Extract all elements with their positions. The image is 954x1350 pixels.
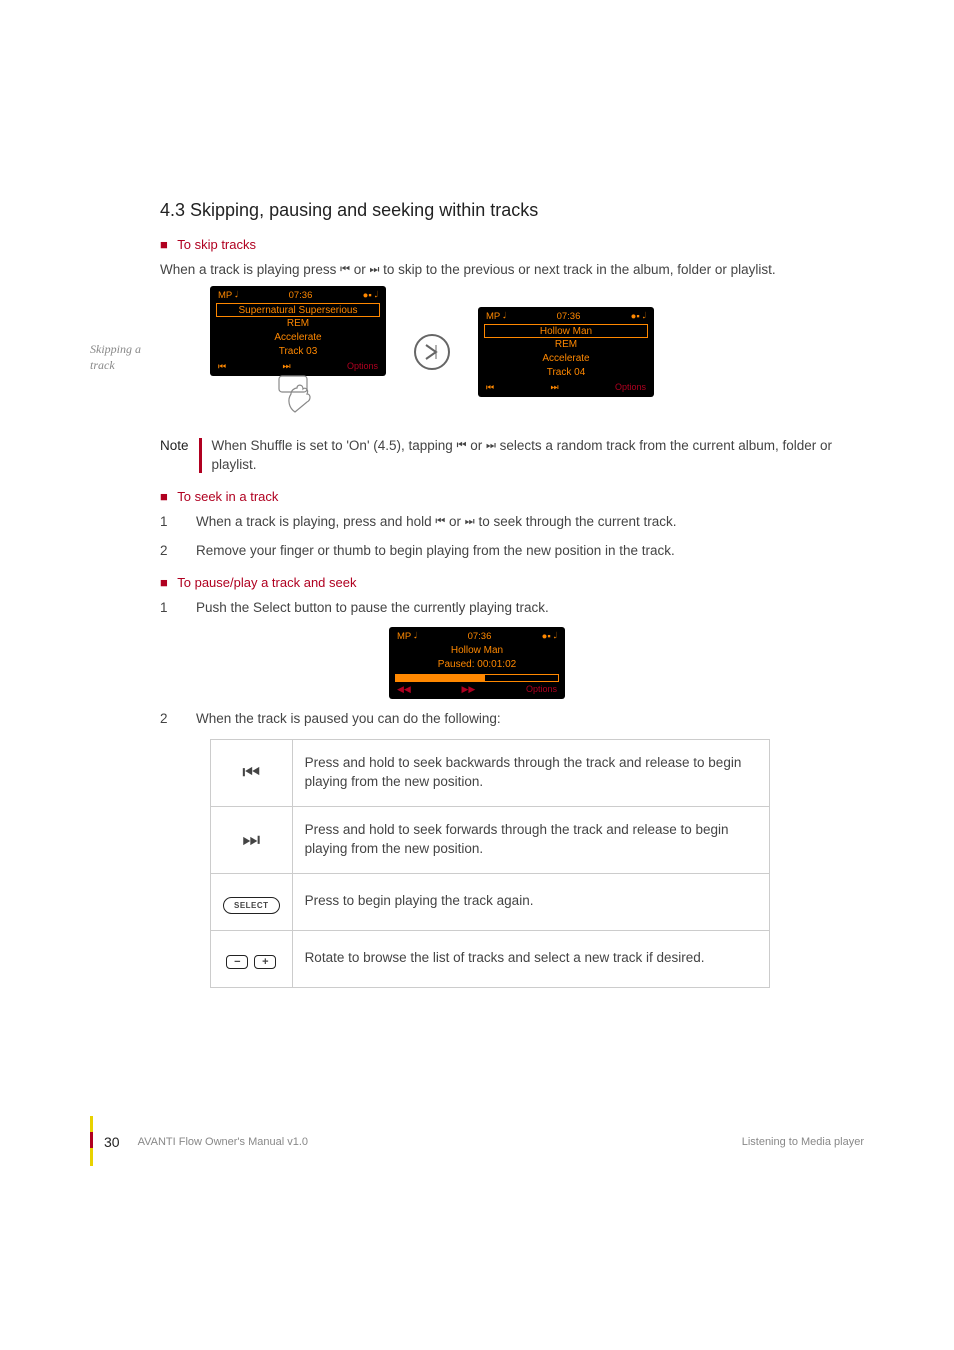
signal-icon: 𝆺𝅥 <box>503 311 507 322</box>
subheading-skip-text: To skip tracks <box>177 237 256 252</box>
signal-icon: 𝆺𝅥 <box>374 290 378 301</box>
next-track-icon: ⏭ <box>370 263 380 275</box>
skip-intro: When a track is playing press ⏮ or ⏭ to … <box>160 260 864 280</box>
next-track-icon: ⏭ <box>550 382 558 393</box>
battery-icon: ●▪ <box>542 631 551 642</box>
action-description: Press to begin playing the track again. <box>292 873 769 930</box>
subheading-seek-text: To seek in a track <box>177 489 278 504</box>
battery-icon: ●▪ <box>631 311 640 322</box>
progress-bar <box>395 674 559 682</box>
list-item: 1 Push the Select button to pause the cu… <box>160 598 864 618</box>
signal-icon: 𝆺𝅥 <box>414 631 418 642</box>
note-bar-icon <box>199 438 202 473</box>
track-title-box: Supernatural Superserious <box>216 303 380 317</box>
prev-track-icon: ⏮ <box>340 263 350 275</box>
step-number: 1 <box>160 512 196 532</box>
section-name: Listening to Media player <box>742 1136 864 1148</box>
signal-icon: 𝆺𝅥 <box>553 631 557 642</box>
subheading-seek: ■ To seek in a track <box>160 489 864 504</box>
signal-icon: 𝆺𝅥 <box>235 290 239 301</box>
section-heading: 4.3 Skipping, pausing and seeking within… <box>160 200 864 221</box>
step-number: 1 <box>160 598 196 618</box>
page-footer: 30 AVANTI Flow Owner's Manual v1.0 Liste… <box>90 1134 864 1150</box>
subheading-skip: ■ To skip tracks <box>160 237 864 252</box>
note-text: When Shuffle is set to 'On' (4.5), tappi… <box>212 436 864 475</box>
track-title: Hollow Man <box>389 644 565 658</box>
table-row: ⏭ Press and hold to seek forwards throug… <box>211 806 770 873</box>
action-description: Press and hold to seek backwards through… <box>292 739 769 806</box>
bullet-icon: ■ <box>160 575 168 590</box>
rewind-icon: ◀◀ <box>397 684 411 695</box>
list-item: 1 When a track is playing, press and hol… <box>160 512 864 532</box>
footer-accent-icon <box>90 1132 93 1148</box>
manual-title: AVANTI Flow Owner's Manual v1.0 <box>138 1136 308 1148</box>
options-label: Options <box>347 361 378 372</box>
signal-icon: 𝆺𝅥 <box>642 311 646 322</box>
player-screen-paused: MP 𝆺𝅥 07:36 ●▪ 𝆺𝅥 Hollow Man Paused: 00:… <box>389 627 565 699</box>
prev-track-icon: ⏮ <box>218 361 226 372</box>
transition-arrow-icon <box>414 334 450 370</box>
next-track-icon: ⏭ <box>486 439 496 451</box>
player-screen-after: MP 𝆺𝅥 07:36 ●▪ 𝆺𝅥 Hollow Man REM Acceler… <box>478 307 654 397</box>
options-label: Options <box>615 382 646 393</box>
next-track-icon: ⏭ <box>211 806 293 873</box>
prev-track-icon: ⏮ <box>435 515 445 527</box>
note-label: Note <box>160 436 189 475</box>
battery-icon: ●▪ <box>363 290 372 301</box>
list-item: 2 When the track is paused you can do th… <box>160 709 864 729</box>
actions-table: ⏮ Press and hold to seek backwards throu… <box>210 739 770 988</box>
next-track-icon: ⏭ <box>465 515 475 527</box>
artist-line: REM <box>210 317 386 331</box>
touch-hand-icon <box>273 374 323 418</box>
action-description: Press and hold to seek forwards through … <box>292 806 769 873</box>
table-row: − + Rotate to browse the list of tracks … <box>211 930 770 987</box>
options-label: Options <box>526 684 557 695</box>
margin-note: Skipping a track <box>90 342 160 373</box>
album-line: Accelerate <box>478 352 654 366</box>
prev-track-icon: ⏮ <box>211 739 293 806</box>
subheading-pause-text: To pause/play a track and seek <box>177 575 356 590</box>
artist-line: REM <box>478 338 654 352</box>
action-description: Rotate to browse the list of tracks and … <box>292 930 769 987</box>
track-line: Track 03 <box>210 345 386 359</box>
prev-track-icon: ⏮ <box>457 439 467 451</box>
player-screen-before: MP 𝆺𝅥 07:36 ●▪ 𝆺𝅥 Supernatural Superseri… <box>210 286 386 376</box>
select-button-icon: SELECT <box>223 897 280 914</box>
track-title-box: Hollow Man <box>484 324 648 338</box>
track-line: Track 04 <box>478 366 654 380</box>
table-row: SELECT Press to begin playing the track … <box>211 873 770 930</box>
next-track-icon: ⏭ <box>282 361 290 372</box>
note-block: Note When Shuffle is set to 'On' (4.5), … <box>160 436 864 475</box>
subheading-pause: ■ To pause/play a track and seek <box>160 575 864 590</box>
bullet-icon: ■ <box>160 237 168 252</box>
list-item: 2 Remove your finger or thumb to begin p… <box>160 541 864 561</box>
paused-label: Paused: 00:01:02 <box>389 658 565 672</box>
forward-icon: ▶▶ <box>461 684 475 695</box>
rotate-knob-icon: − + <box>226 955 276 969</box>
bullet-icon: ■ <box>160 489 168 504</box>
step-number: 2 <box>160 709 196 729</box>
prev-track-icon: ⏮ <box>486 382 494 393</box>
album-line: Accelerate <box>210 331 386 345</box>
page-number: 30 <box>104 1134 120 1150</box>
table-row: ⏮ Press and hold to seek backwards throu… <box>211 739 770 806</box>
step-number: 2 <box>160 541 196 561</box>
